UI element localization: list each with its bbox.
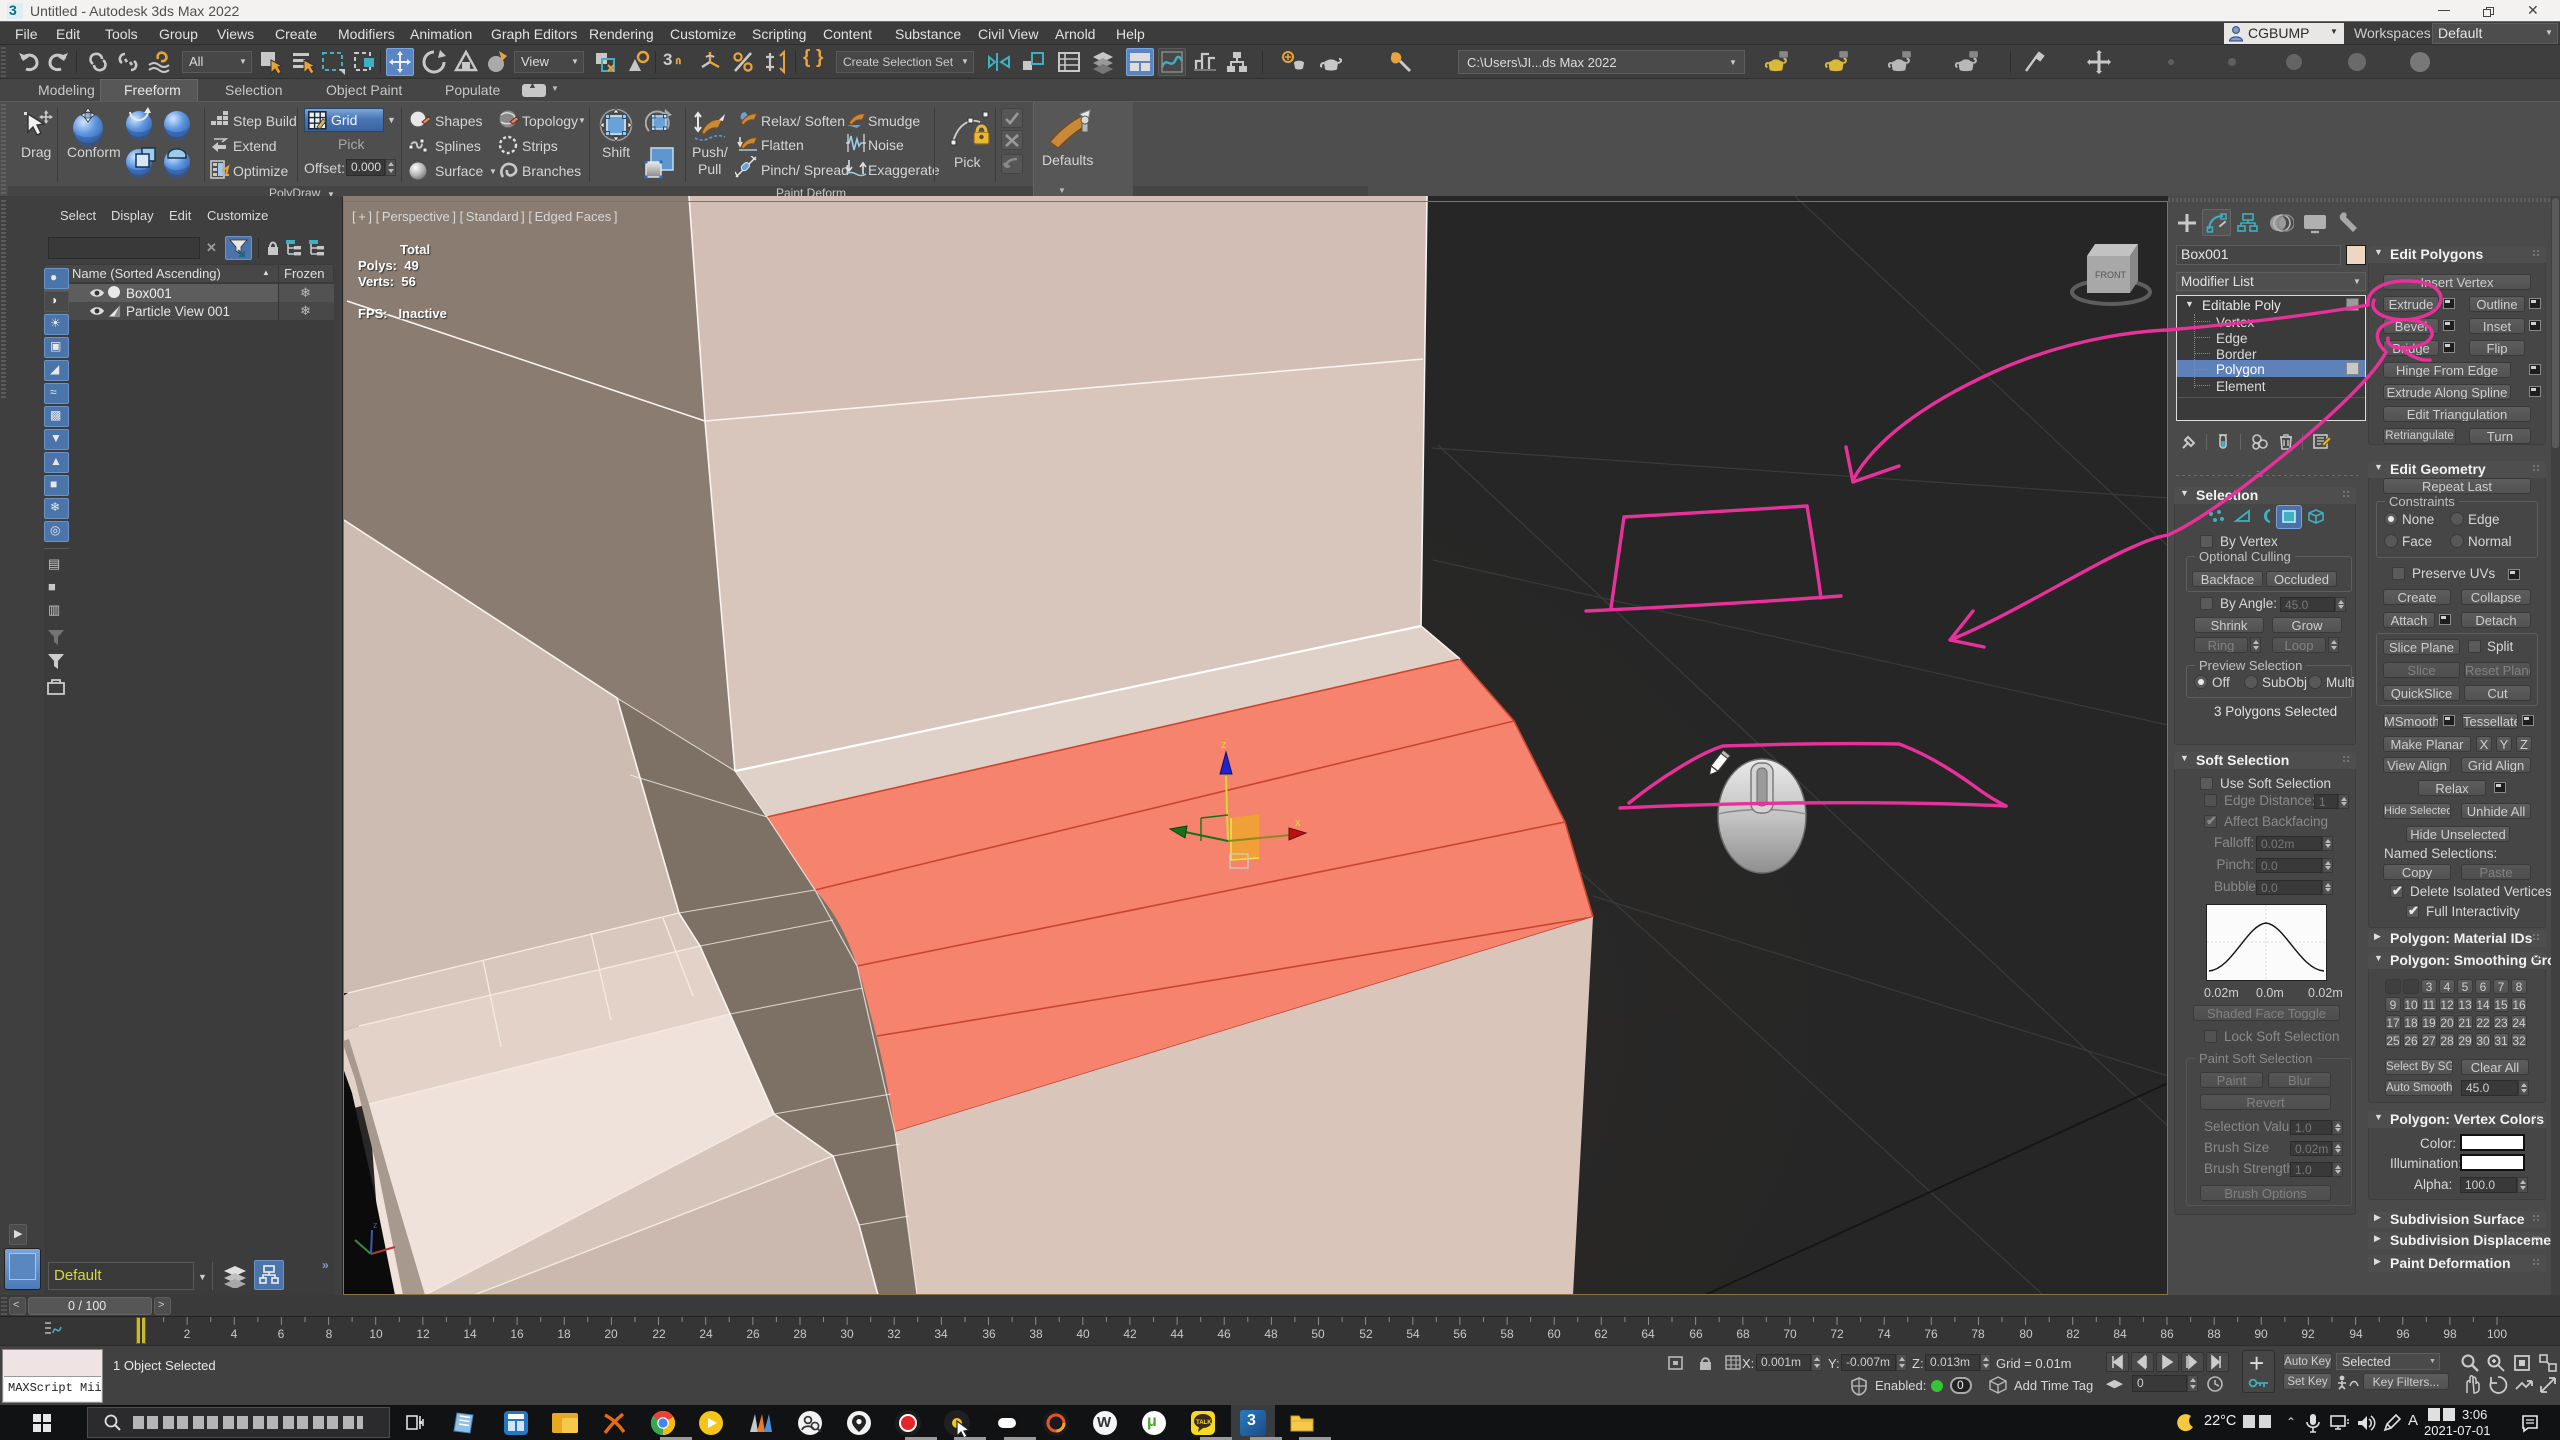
svg-text:z: z [1221, 739, 1227, 751]
svg-text:FRONT: FRONT [2095, 270, 2126, 280]
svg-text:x: x [1295, 817, 1301, 829]
svg-text:z: z [373, 1220, 378, 1230]
svg-text:TALK: TALK [1196, 1420, 1212, 1426]
